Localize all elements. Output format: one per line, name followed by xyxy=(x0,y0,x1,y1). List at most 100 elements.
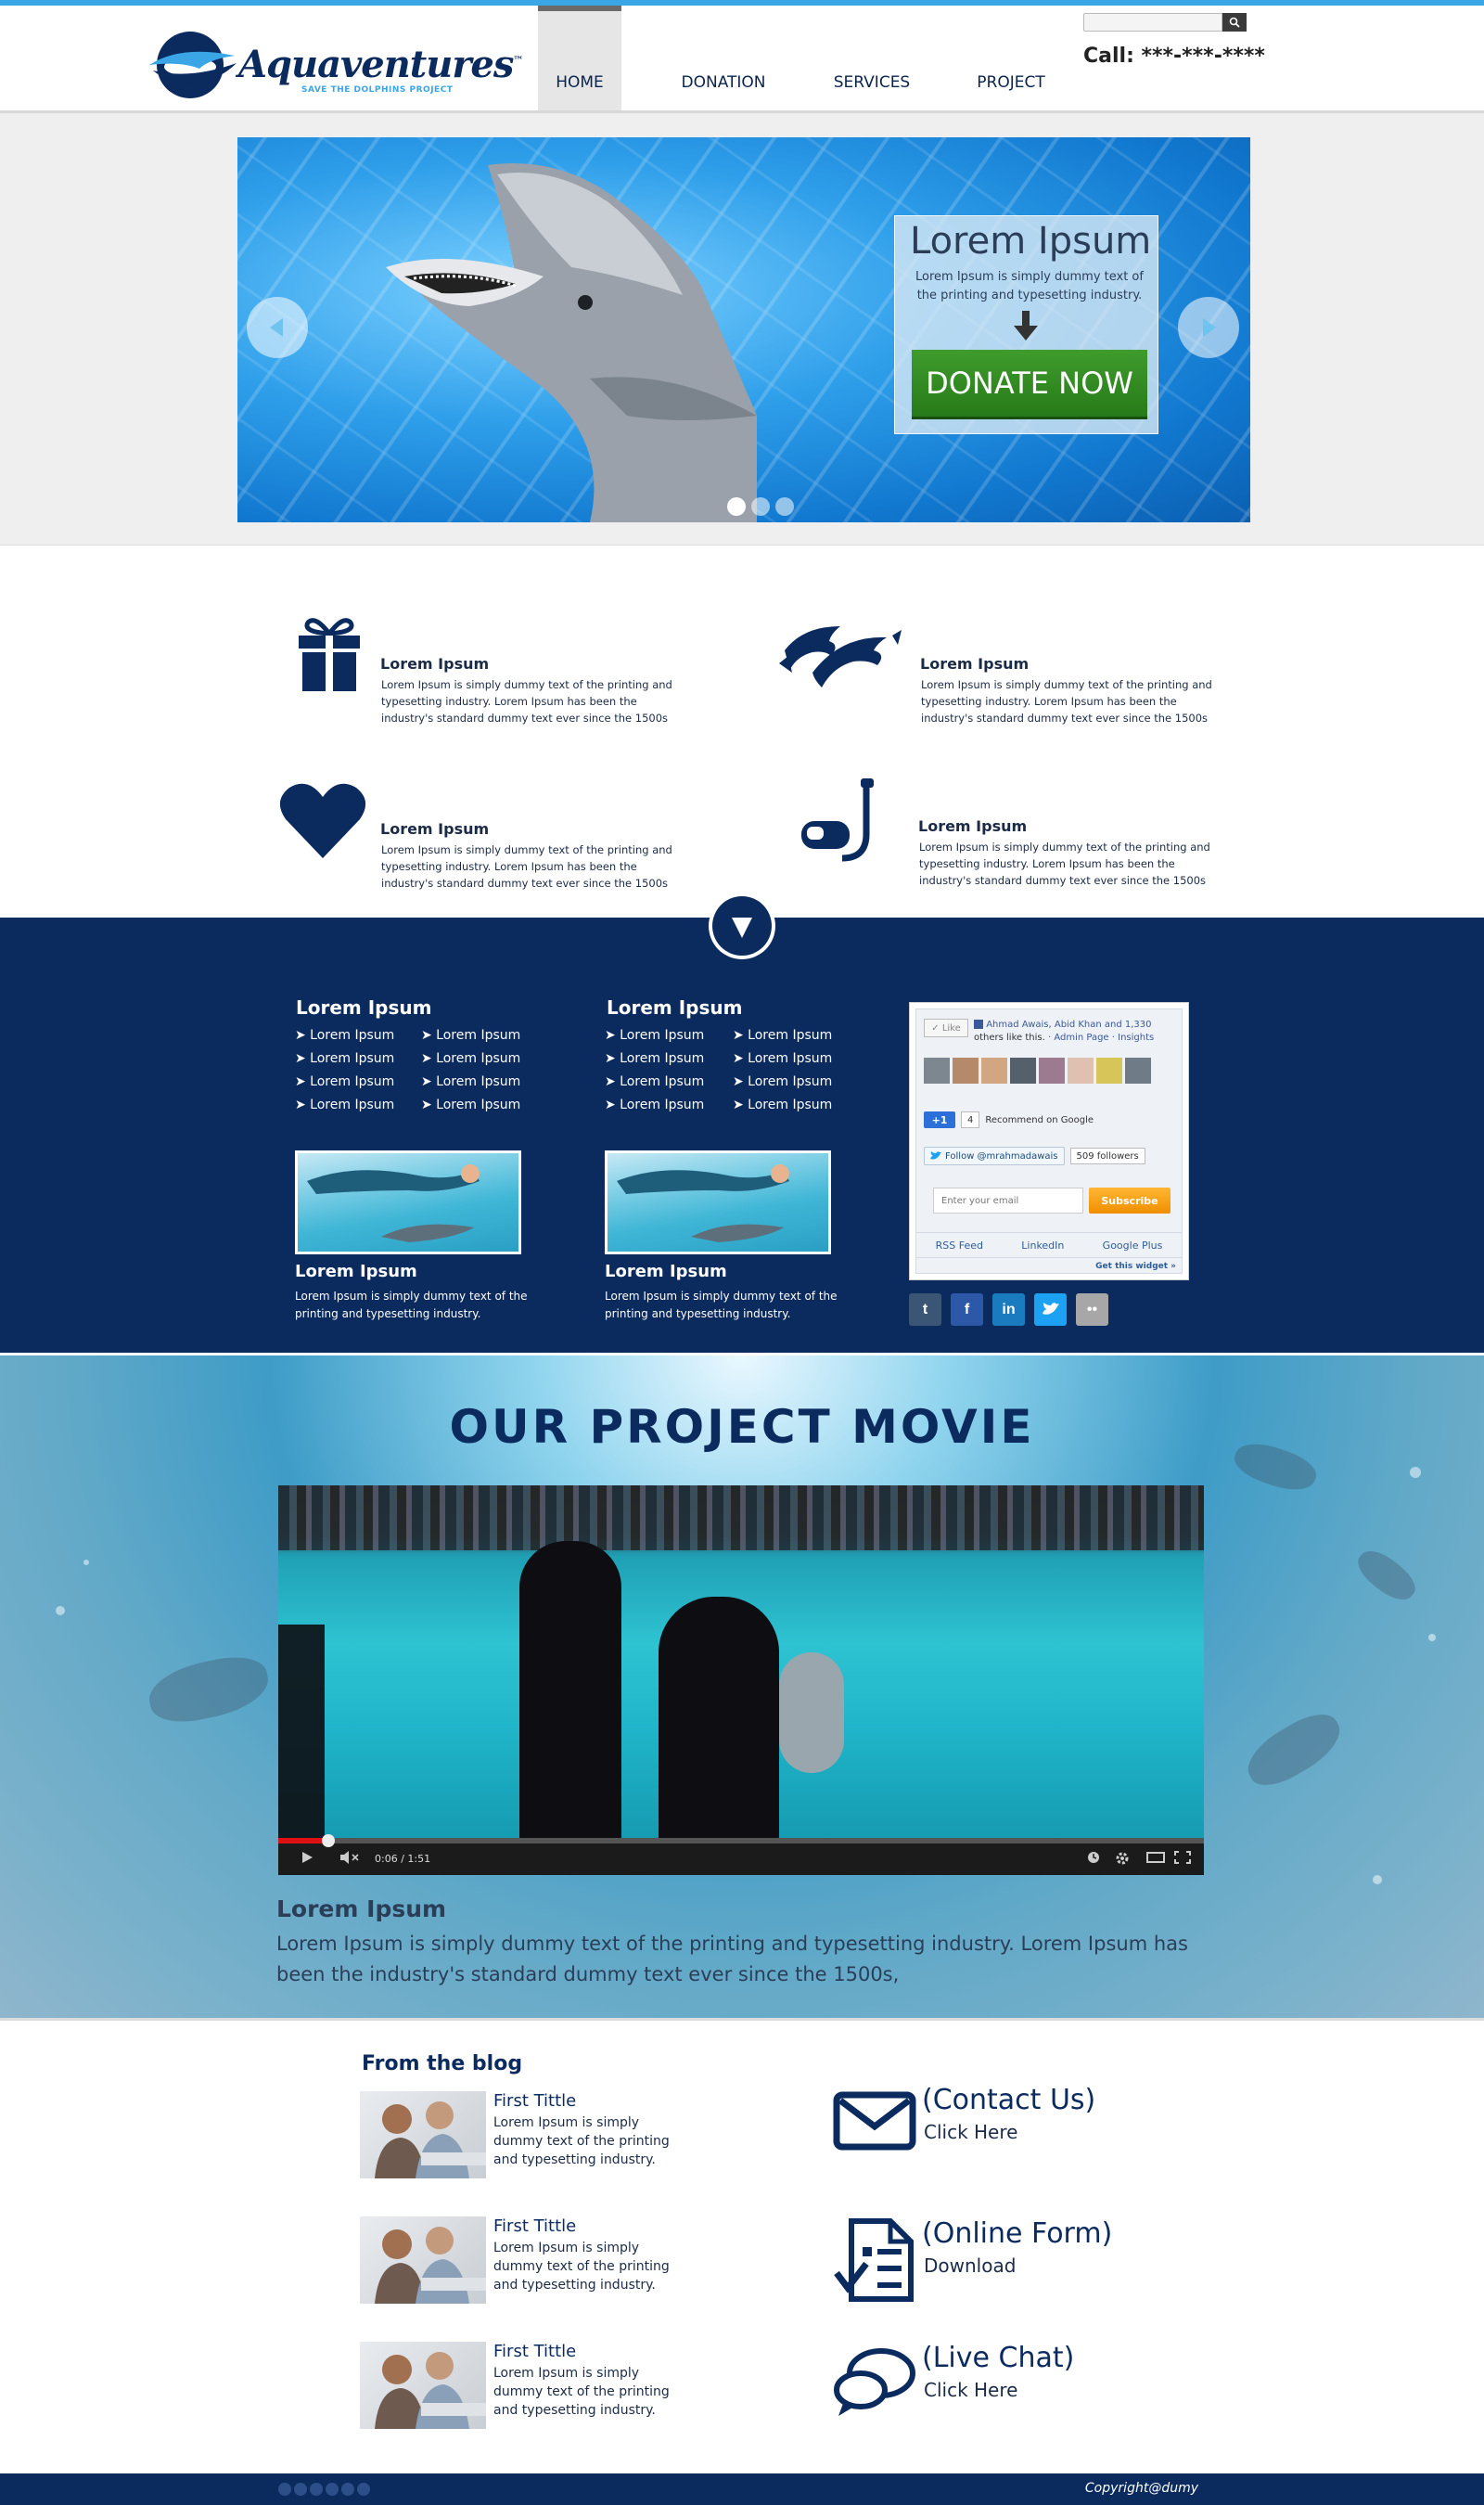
fullscreen-icon[interactable] xyxy=(1174,1851,1191,1864)
footer-link[interactable]: ➤ Lorem Ipsum xyxy=(605,1098,704,1121)
admin-page-link[interactable]: · Admin Page xyxy=(1048,1033,1109,1043)
facebook-like-row: ✓ Like Ahmad Awais, Abid Khan and 1,330 … xyxy=(924,1019,1169,1045)
footer-link[interactable]: ➤ Lorem Ipsum xyxy=(295,1028,394,1051)
background-fish xyxy=(144,1650,274,1729)
google-plus-button[interactable]: +1 xyxy=(924,1111,955,1128)
facebook-icon[interactable] xyxy=(278,2483,291,2496)
theater-mode-icon[interactable] xyxy=(1146,1851,1165,1864)
slider-dot-2[interactable] xyxy=(751,497,770,516)
slider-dot-3[interactable] xyxy=(775,497,794,516)
footer-link[interactable]: ➤ Lorem Ipsum xyxy=(421,1051,520,1074)
like-names[interactable]: Ahmad Awais, Abid Khan and 1,330 xyxy=(986,1020,1151,1030)
footer-link[interactable]: ➤ Lorem Ipsum xyxy=(733,1028,832,1051)
get-widget-link[interactable]: Get this widget » xyxy=(1095,1262,1176,1271)
blog-post-text: Lorem Ipsum is simply dummy text of the … xyxy=(493,2366,670,2418)
blog-post[interactable]: First Tittle Lorem Ipsum is simply dummy… xyxy=(360,2216,694,2319)
tumblr-icon[interactable]: t xyxy=(909,1293,941,1326)
live-chat-link[interactable]: (Live Chat) Click Here xyxy=(833,2342,1167,2425)
footer-link[interactable]: ➤ Lorem Ipsum xyxy=(733,1098,832,1121)
footer-link[interactable]: ➤ Lorem Ipsum xyxy=(605,1051,704,1074)
contact-sub: Click Here xyxy=(924,2379,1018,2401)
avatar[interactable] xyxy=(953,1058,979,1084)
twitter-icon[interactable] xyxy=(294,2483,307,2496)
twitter-follow-button[interactable]: Follow @mrahmadawais xyxy=(924,1147,1065,1165)
search-button[interactable] xyxy=(1222,13,1247,32)
blog-post[interactable]: First Tittle Lorem Ipsum is simply dummy… xyxy=(360,2342,694,2444)
footer-link[interactable]: ➤ Lorem Ipsum xyxy=(605,1074,704,1098)
linkedin-icon[interactable] xyxy=(326,2483,339,2496)
email-field[interactable] xyxy=(933,1188,1083,1214)
form-icon xyxy=(834,2218,914,2302)
email-icon[interactable] xyxy=(341,2483,354,2496)
video-player[interactable]: 0:06 / 1:51 xyxy=(278,1485,1204,1875)
avatar[interactable] xyxy=(924,1058,950,1084)
nav-donation[interactable]: DONATION xyxy=(621,6,825,110)
video-progress[interactable] xyxy=(278,1838,1204,1843)
scroll-down-button[interactable] xyxy=(709,893,775,959)
footer-link[interactable]: ➤ Lorem Ipsum xyxy=(421,1098,520,1121)
feature-text: Lorem Ipsum is simply dummy text of the … xyxy=(381,678,672,725)
blog-thumbnail xyxy=(360,2342,486,2429)
linkedin-link[interactable]: LinkedIn xyxy=(1021,1240,1064,1252)
movie-subtitle: Lorem Ipsum xyxy=(276,1895,447,1922)
facebook-icon[interactable]: f xyxy=(951,1293,983,1326)
blog-post-title[interactable]: First Tittle xyxy=(493,2342,576,2361)
avatar[interactable] xyxy=(1125,1058,1151,1084)
linkedin-icon[interactable]: in xyxy=(992,1293,1025,1326)
footer-link[interactable]: ➤ Lorem Ipsum xyxy=(295,1074,394,1098)
nav-home[interactable]: HOME xyxy=(538,6,621,110)
blog-post-title[interactable]: First Tittle xyxy=(493,2091,576,2111)
footer-link[interactable]: ➤ Lorem Ipsum xyxy=(295,1098,394,1121)
nav-services[interactable]: SERVICES xyxy=(825,6,918,110)
play-icon[interactable] xyxy=(301,1851,313,1864)
google-plus-icon[interactable] xyxy=(310,2483,323,2496)
footer-link[interactable]: ➤ Lorem Ipsum xyxy=(295,1051,394,1074)
footer-link[interactable]: ➤ Lorem Ipsum xyxy=(733,1051,832,1074)
footer-link[interactable]: ➤ Lorem Ipsum xyxy=(605,1028,704,1051)
clock-icon[interactable] xyxy=(1087,1851,1100,1864)
like-button[interactable]: ✓ Like xyxy=(924,1019,968,1037)
rss-icon[interactable] xyxy=(357,2483,370,2496)
subscribe-button[interactable]: Subscribe xyxy=(1089,1188,1171,1214)
avatar[interactable] xyxy=(1010,1058,1036,1084)
mute-icon[interactable] xyxy=(339,1851,362,1864)
feature-item: Lorem Ipsum Lorem Ipsum is simply dummy … xyxy=(777,767,1210,887)
avatar[interactable] xyxy=(1039,1058,1065,1084)
hero-slider: Lorem Ipsum Lorem Ipsum is simply dummy … xyxy=(237,137,1250,522)
gear-icon[interactable] xyxy=(1115,1851,1130,1866)
footer-link[interactable]: ➤ Lorem Ipsum xyxy=(421,1074,520,1098)
insights-link[interactable]: · Insights xyxy=(1112,1033,1154,1043)
gift-icon xyxy=(299,618,360,691)
facebook-icon xyxy=(974,1020,983,1029)
flickr-icon[interactable]: •• xyxy=(1076,1293,1108,1326)
progress-knob[interactable] xyxy=(321,1834,335,1847)
like-text: Ahmad Awais, Abid Khan and 1,330 others … xyxy=(974,1019,1169,1045)
site-logo[interactable]: Aquaventures™ SAVE THE DOLPHINS PROJECT xyxy=(144,28,523,102)
blog-post-title[interactable]: First Tittle xyxy=(493,2216,576,2236)
footer-link[interactable]: ➤ Lorem Ipsum xyxy=(733,1074,832,1098)
rss-feed-link[interactable]: RSS Feed xyxy=(936,1240,983,1252)
donate-now-button[interactable]: DONATE NOW xyxy=(912,350,1147,417)
footer-link[interactable]: ➤ Lorem Ipsum xyxy=(421,1028,520,1051)
nav-project[interactable]: PROJECT xyxy=(918,6,1104,110)
online-form-link[interactable]: (Online Form) Download xyxy=(833,2217,1167,2302)
google-plus-link[interactable]: Google Plus xyxy=(1103,1240,1163,1252)
slider-dot-1[interactable] xyxy=(727,497,746,516)
slider-next-button[interactable] xyxy=(1178,297,1239,358)
diver-thumbnail[interactable] xyxy=(295,1150,521,1254)
twitter-icon[interactable] xyxy=(1034,1293,1067,1326)
slider-prev-button[interactable] xyxy=(247,297,308,358)
avatar[interactable] xyxy=(1068,1058,1094,1084)
arrow-right-icon xyxy=(1203,318,1216,337)
search-input[interactable] xyxy=(1083,13,1222,32)
dolphins-icon xyxy=(779,626,902,687)
avatar[interactable] xyxy=(981,1058,1007,1084)
contact-sub: Download xyxy=(924,2254,1017,2277)
slider-dots xyxy=(727,497,794,516)
people-photo xyxy=(375,2227,486,2304)
hero-title: Lorem Ipsum xyxy=(910,220,1152,263)
avatar[interactable] xyxy=(1096,1058,1122,1084)
blog-post[interactable]: First Tittle Lorem Ipsum is simply dummy… xyxy=(360,2091,694,2193)
diver-thumbnail[interactable] xyxy=(605,1150,831,1254)
contact-us-link[interactable]: (Contact Us) Click Here xyxy=(833,2084,1167,2167)
